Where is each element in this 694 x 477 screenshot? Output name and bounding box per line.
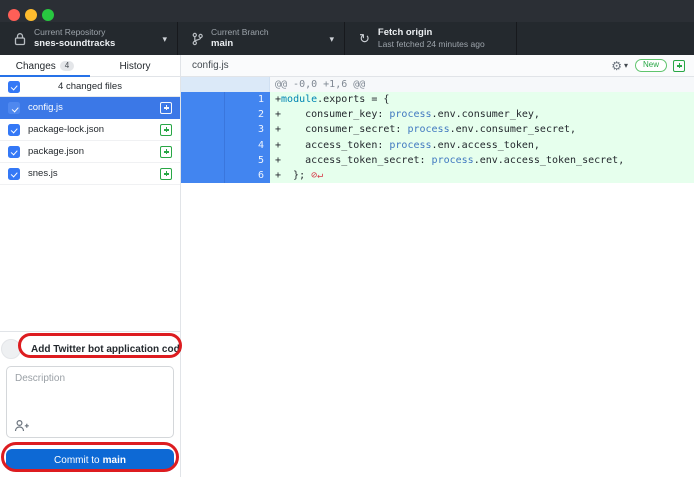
new-line-number: 1 — [225, 92, 270, 107]
commit-summary-value: Add Twitter bot application code — [31, 344, 185, 355]
chevron-down-icon[interactable]: ▾ — [624, 61, 628, 70]
diff-panel: config.js ⚙ ▾ New @@ -0,0 +1,6 @@ 1 +mod… — [181, 55, 694, 477]
new-file-badge: New — [635, 59, 667, 73]
old-line-number — [181, 122, 225, 137]
file-row-snes-js[interactable]: snes.js — [0, 163, 180, 185]
file-checkbox[interactable] — [8, 102, 20, 114]
fetch-origin-label: Fetch origin — [378, 27, 485, 39]
added-file-status-icon — [160, 102, 172, 114]
chevron-down-icon: ▾ — [329, 34, 334, 45]
code-line: +module.exports = { — [270, 92, 694, 107]
file-row-package-json[interactable]: package.json — [0, 141, 180, 163]
add-coauthor-icon[interactable] — [14, 419, 30, 432]
fetch-origin-button[interactable]: ↻ Fetch origin Last fetched 24 minutes a… — [345, 22, 517, 55]
new-line-number: 2 — [225, 107, 270, 122]
file-row-config-js[interactable]: config.js — [0, 97, 180, 119]
fetch-origin-status: Last fetched 24 minutes ago — [378, 39, 485, 50]
diff-line-1[interactable]: 1 +module.exports = { — [181, 92, 694, 107]
changes-count-badge: 4 — [60, 61, 74, 72]
sync-icon: ↻ — [359, 32, 370, 45]
current-branch-dropdown[interactable]: Current Branch main ▾ — [178, 22, 345, 55]
tab-history-label: History — [119, 61, 150, 72]
diff-line-2[interactable]: 2 + consumer_key: process.env.consumer_k… — [181, 107, 694, 122]
commit-button-branch: main — [103, 455, 126, 466]
git-branch-icon — [192, 32, 203, 46]
commit-button[interactable]: Commit to main — [6, 449, 174, 471]
added-file-status-icon — [160, 146, 172, 158]
sidebar-tabs: Changes 4 History — [0, 55, 180, 77]
tab-changes[interactable]: Changes 4 — [0, 55, 90, 77]
diff-header: config.js ⚙ ▾ New — [181, 55, 694, 77]
add-to-gitignore-button[interactable] — [673, 60, 685, 72]
minimize-window-button[interactable] — [25, 9, 37, 21]
file-checkbox[interactable] — [8, 146, 20, 158]
hunk-header-text: @@ -0,0 +1,6 @@ — [270, 77, 694, 92]
tab-history[interactable]: History — [90, 55, 180, 77]
current-repository-name: snes-soundtracks — [34, 38, 115, 50]
new-line-number: 4 — [225, 138, 270, 153]
code-line: + consumer_secret: process.env.consumer_… — [270, 122, 694, 137]
code-line: + consumer_key: process.env.consumer_key… — [270, 107, 694, 122]
new-line-number: 6 — [225, 168, 270, 183]
old-line-number — [181, 168, 225, 183]
old-line-number — [181, 107, 225, 122]
changed-files-count: 4 changed files — [0, 81, 180, 92]
toolbar: Current Repository snes-soundtracks ▾ Cu… — [0, 22, 694, 55]
description-placeholder: Description — [15, 373, 65, 384]
hunk-header-row: @@ -0,0 +1,6 @@ — [181, 77, 694, 92]
commit-summary-input[interactable]: Add Twitter bot application code — [24, 337, 178, 361]
code-line: + access_token: process.env.access_token… — [270, 138, 694, 153]
file-name: package.json — [28, 146, 160, 157]
file-name: config.js — [28, 102, 160, 113]
new-line-number: 3 — [225, 122, 270, 137]
macos-titlebar — [0, 0, 694, 22]
added-file-status-icon — [160, 168, 172, 180]
tab-changes-label: Changes — [16, 61, 56, 72]
old-line-number — [181, 138, 225, 153]
hunk-gutter — [181, 77, 270, 92]
changed-file-list: config.js package-lock.json package.json… — [0, 97, 180, 185]
current-branch-label: Current Branch — [211, 27, 269, 38]
github-desktop-window: Current Repository snes-soundtracks ▾ Cu… — [0, 0, 694, 477]
commit-description-input[interactable]: Description — [6, 366, 174, 438]
user-avatar — [1, 339, 21, 359]
diff-line-4[interactable]: 4 + access_token: process.env.access_tok… — [181, 138, 694, 153]
close-window-button[interactable] — [8, 9, 20, 21]
file-name: snes.js — [28, 168, 160, 179]
current-branch-name: main — [211, 38, 269, 50]
changed-files-summary-row: 4 changed files — [0, 77, 180, 97]
no-newline-icon: ⊘↵ — [305, 170, 323, 181]
diff-line-5[interactable]: 5 + access_token_secret: process.env.acc… — [181, 153, 694, 168]
lock-icon — [14, 32, 26, 46]
added-file-status-icon — [160, 124, 172, 136]
commit-panel: Add Twitter bot application code Descrip… — [0, 331, 180, 477]
file-checkbox[interactable] — [8, 124, 20, 136]
gear-icon[interactable]: ⚙ — [611, 60, 622, 72]
current-repository-dropdown[interactable]: Current Repository snes-soundtracks ▾ — [0, 22, 178, 55]
file-checkbox[interactable] — [8, 168, 20, 180]
current-repository-label: Current Repository — [34, 27, 115, 38]
diff-file-name: config.js — [192, 60, 611, 71]
file-row-package-lock-json[interactable]: package-lock.json — [0, 119, 180, 141]
diff-line-6[interactable]: 6 + }; ⊘↵ — [181, 168, 694, 183]
changes-sidebar: Changes 4 History 4 changed files config… — [0, 55, 181, 477]
old-line-number — [181, 92, 225, 107]
commit-button-label: Commit to — [54, 455, 100, 466]
zoom-window-button[interactable] — [42, 9, 54, 21]
file-name: package-lock.json — [28, 124, 160, 135]
chevron-down-icon: ▾ — [162, 34, 167, 45]
diff-line-3[interactable]: 3 + consumer_secret: process.env.consume… — [181, 122, 694, 137]
code-line: + access_token_secret: process.env.acces… — [270, 153, 694, 168]
new-line-number: 5 — [225, 153, 270, 168]
toolbar-empty-space — [517, 22, 694, 55]
diff-body: @@ -0,0 +1,6 @@ 1 +module.exports = { 2 … — [181, 77, 694, 183]
code-line: + }; ⊘↵ — [270, 168, 694, 183]
old-line-number — [181, 153, 225, 168]
